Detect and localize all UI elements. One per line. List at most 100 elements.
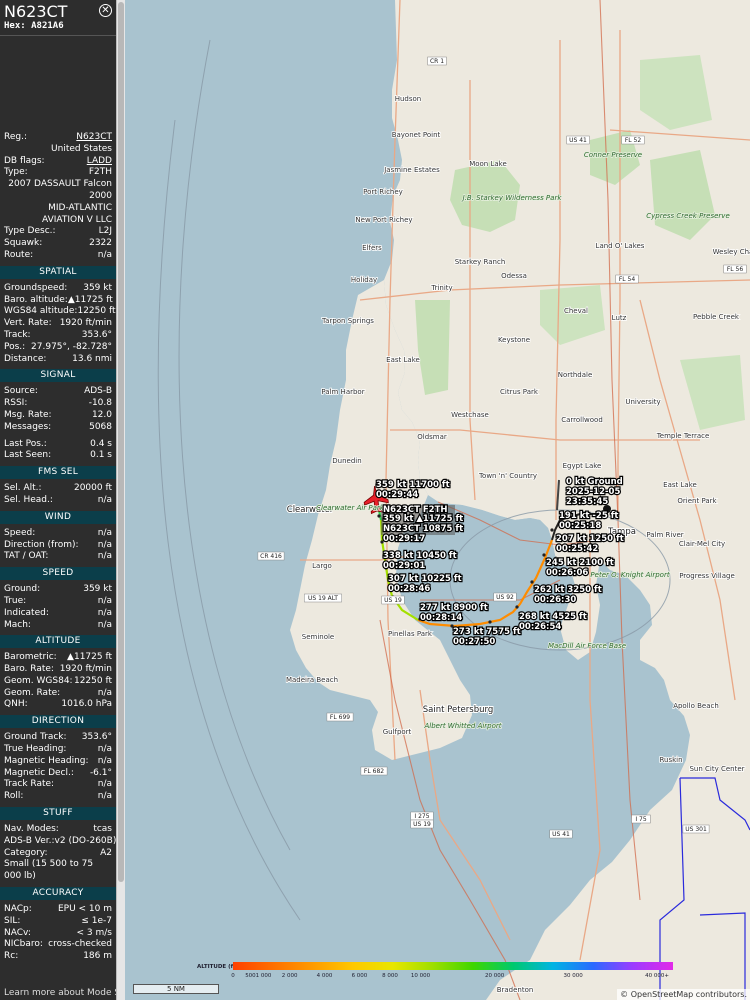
track-label: 307 kt 10225 ft [388, 574, 462, 584]
town-label: Lutz [612, 314, 627, 322]
row-key: Type Desc.: [4, 226, 56, 237]
legend-title: ALTITUDE (ft) [197, 964, 239, 970]
row-value: n/a [97, 527, 112, 538]
town-label: Odessa [501, 272, 527, 280]
town-label: Apollo Beach [673, 702, 719, 710]
row-key: Rc: [4, 951, 19, 962]
info-row: Category: A2 [0, 848, 116, 860]
row-value: 20000 ft [73, 483, 112, 494]
info-row: QNH: 1016.0 hPa [0, 699, 116, 711]
section-header-accuracy[interactable]: ACCURACY [0, 887, 116, 901]
row-value: n/a [97, 687, 112, 698]
row-key: Sel. Head.: [4, 494, 53, 505]
town-label: Tarpon Springs [321, 317, 374, 325]
info-row: Msg. Rate: 12.0 [0, 410, 116, 422]
section-header-altitude[interactable]: ALTITUDE [0, 635, 116, 649]
town-label: Dunedin [332, 457, 361, 465]
row-value: n/a [97, 539, 112, 550]
legend-tick: 4 000 [317, 973, 333, 979]
highway-label: I 75 [635, 816, 646, 823]
section-header-direction[interactable]: DIRECTION [0, 715, 116, 729]
track-time: 00:26:06 [546, 568, 588, 578]
map-canvas[interactable]: Hudson Bayonet Point Jasmine Estates Port R… [125, 0, 750, 1000]
row-key: True Heading: [4, 744, 67, 755]
map-view[interactable]: Hudson Bayonet Point Jasmine Estates Port R… [125, 0, 750, 1000]
legend-gradient [233, 962, 673, 970]
highway-label: US 19 ALT [308, 595, 338, 602]
info-row: TAT / OAT: n/a [0, 551, 116, 563]
row-link[interactable]: N623CT [76, 132, 112, 144]
hex-code: Hex: A821A6 [4, 21, 64, 31]
info-row: Ground Track: 353.6° [0, 732, 116, 744]
row-value: 12.0 [91, 409, 112, 420]
highway-label: FL 54 [619, 276, 636, 283]
row-key: Track: [4, 329, 31, 340]
info-row: NACv: < 3 m/s [0, 928, 116, 940]
attribution[interactable]: © OpenStreetMap contributors. [617, 989, 750, 1000]
highway-label: CR 416 [260, 553, 282, 560]
legend-tick: 20 000 [485, 973, 505, 979]
row-value: n/a [97, 551, 112, 562]
learn-more-link[interactable]: Learn more about Mode S [4, 988, 116, 998]
row-key: Groundspeed: [4, 282, 68, 293]
town-label: Bradenton [497, 986, 534, 994]
row-key: WGS84 altitude: [4, 306, 78, 317]
legend-tick: 6 000 [352, 973, 368, 979]
section-header-stuff[interactable]: STUFF [0, 807, 116, 821]
info-row: Geom. WGS84: 12250 ft [0, 676, 116, 688]
row-value: 2322 [89, 238, 112, 249]
info-row: Geom. Rate: n/a [0, 688, 116, 700]
row-key: QNH: [4, 699, 28, 710]
row-value: -10.8 [88, 398, 112, 409]
highway-label: FL 56 [727, 266, 744, 273]
town-label: Madeira Beach [286, 676, 338, 684]
town-label: Carrollwood [561, 416, 603, 424]
info-row: Roll: n/a [0, 791, 116, 803]
town-label: East Lake [663, 481, 697, 489]
highway-label: US 92 [496, 594, 514, 601]
close-icon[interactable]: ✕ [99, 4, 112, 17]
row-value: 12250 ft [77, 306, 116, 317]
town-label: East Lake [386, 356, 420, 364]
highway-label: US 41 [552, 831, 570, 838]
row-key: True: [4, 595, 27, 606]
panel-scrollbar[interactable] [116, 0, 125, 1000]
track-time: 00:27:50 [453, 637, 495, 647]
row-value: MID-ATLANTIC AVIATION V LLC [41, 202, 112, 225]
info-row: True: n/a [0, 596, 116, 608]
row-key: Mach: [4, 619, 31, 630]
row-value: n/a [97, 779, 112, 790]
track-label: 268 kt 4525 ft [519, 612, 587, 622]
info-row: Distance: 13.6 nmi [0, 354, 116, 366]
row-value: 353.6° [81, 329, 112, 340]
row-key: Squawk: [4, 238, 43, 249]
track-time: 00:26:30 [534, 595, 576, 605]
row-key: Track Rate: [4, 779, 55, 790]
info-row: Pos.: 27.975°, -82.728° [0, 342, 116, 354]
highway-label: FL 682 [364, 768, 384, 775]
town-label: Largo [312, 562, 332, 570]
section-header-fms-sel[interactable]: FMS SEL [0, 466, 116, 480]
altitude-legend: ALTITUDE (ft) 0 500 1 000 2 000 4 000 6 000 8 … [197, 962, 673, 979]
row-key: Distance: [4, 353, 47, 364]
row-link[interactable]: LADD [87, 156, 112, 168]
highway-label: CR 1 [430, 58, 444, 65]
info-row: Baro. altitude: ▲11725 ft [0, 295, 116, 307]
section-header-wind[interactable]: WIND [0, 510, 116, 524]
track-time: 00:28:46 [388, 584, 430, 594]
info-row: Last Pos.: 0.4 s [0, 439, 116, 451]
scrollbar-thumb[interactable] [118, 2, 124, 882]
track-time: 23:35:45 [566, 497, 608, 507]
town-label: Port Richey [363, 188, 403, 196]
town-label: Westchase [451, 411, 489, 419]
park-label: Conner Preserve [584, 151, 642, 159]
section-header-signal[interactable]: SIGNAL [0, 369, 116, 383]
row-key: Direction (from): [4, 539, 79, 550]
info-row: MID-ATLANTIC AVIATION V LLC [0, 203, 116, 227]
row-key: Type: [4, 167, 28, 178]
row-key: Pos.: [4, 341, 26, 352]
section-header-spatial[interactable]: SPATIAL [0, 265, 116, 279]
section-header-speed[interactable]: SPEED [0, 567, 116, 581]
town-label: Elfers [362, 244, 382, 252]
info-row: Nav. Modes: tcas [0, 824, 116, 836]
